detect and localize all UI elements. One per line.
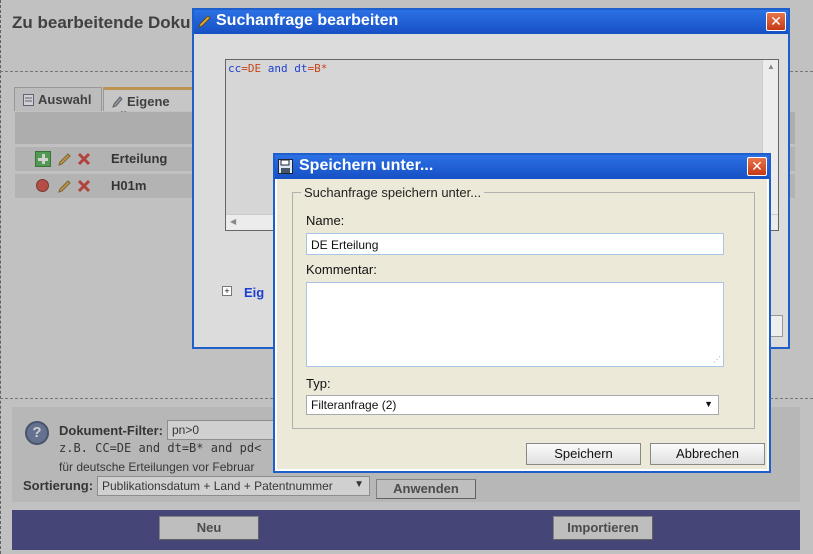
partial-button[interactable] (769, 315, 783, 337)
type-label: Typ: (306, 376, 331, 391)
expander-label: Eig (244, 285, 265, 300)
query-token: = (241, 62, 248, 75)
name-label: Name: (306, 213, 345, 228)
save-dialog-title: Speichern unter... (299, 157, 434, 174)
query-token: dt (294, 62, 308, 75)
save-dialog-body: Suchanfrage speichern unter... Name: DE … (277, 179, 767, 469)
scroll-left-icon[interactable]: ◀ (230, 217, 236, 226)
scroll-up-icon[interactable]: ▲ (767, 62, 775, 71)
query-token: cc (228, 62, 242, 75)
floppy-disk-icon (278, 159, 293, 179)
query-token: B* (314, 62, 328, 75)
close-icon[interactable]: ✕ (747, 157, 767, 176)
close-icon[interactable]: ✕ (766, 12, 786, 31)
save-dialog-titlebar: Speichern unter... ✕ (275, 155, 769, 179)
query-token: DE (247, 62, 262, 75)
pencil-icon (198, 14, 212, 33)
type-select[interactable]: Filteranfrage (2) ▼ (306, 395, 719, 415)
comment-textarea[interactable] (306, 282, 724, 367)
save-dialog: Speichern unter... ✕ Suchanfrage speiche… (273, 153, 771, 473)
save-button[interactable]: Speichern (526, 443, 641, 465)
type-value: Filteranfrage (2) (311, 398, 397, 412)
group-legend: Suchanfrage speichern unter... (304, 185, 482, 200)
query-dialog-titlebar: Suchanfrage bearbeiten ✕ (194, 10, 788, 34)
resize-handle-icon[interactable]: ⋰ (713, 355, 721, 364)
query-text: cc=DE and dt=B* (228, 62, 327, 75)
query-dialog-title: Suchanfrage bearbeiten (216, 12, 399, 29)
chevron-down-icon: ▼ (704, 399, 713, 409)
name-input[interactable]: DE Erteilung (306, 233, 724, 255)
cancel-button[interactable]: Abbrechen (650, 443, 765, 465)
query-token: and (261, 62, 295, 75)
expand-icon[interactable]: + (222, 286, 232, 296)
comment-label: Kommentar: (306, 262, 377, 277)
